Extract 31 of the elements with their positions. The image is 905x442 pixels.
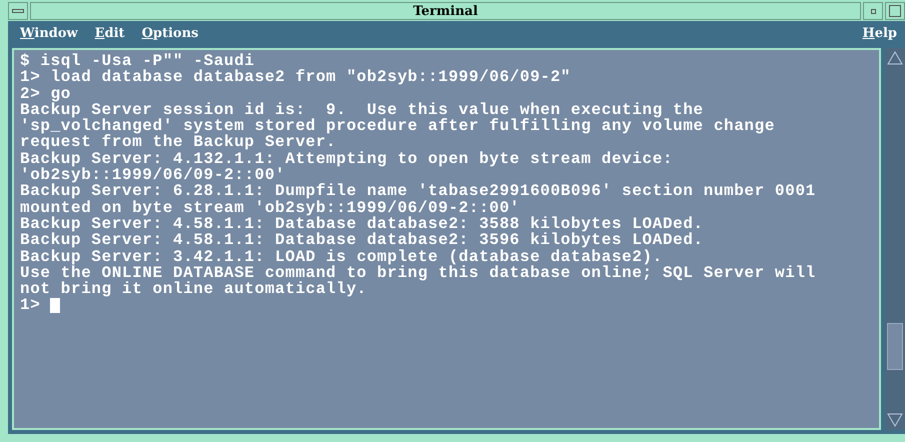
scrollbar[interactable] <box>885 48 905 430</box>
output-line: 'ob2syb::1999/06/09-2::00' <box>20 167 286 184</box>
output-line: Backup Server: 3.42.1.1: LOAD is complete (database database2). <box>20 248 664 265</box>
output-line: request from the Backup Server. <box>20 134 336 151</box>
dash-icon <box>12 9 24 13</box>
output-line: Use the ONLINE DATABASE command to bring this database online; SQL Server will <box>20 264 817 282</box>
maximize-button[interactable] <box>885 2 905 20</box>
output-line: Backup Server: 4.132.1.1: Attempting to open byte stream device: <box>20 150 674 168</box>
output-line: Backup Server session id is: 9. Use this value when executing the <box>20 102 705 118</box>
output-line: Backup Server: 4.58.1.1: Database database2: 3588 kilobytes LOADed. <box>20 216 705 232</box>
menu-item[interactable]: Window <box>20 26 78 40</box>
prompt: 1> <box>20 297 40 314</box>
scroll-thumb[interactable] <box>887 323 903 370</box>
output-line: 2> go <box>20 86 72 102</box>
output-line: $ isql -Usa -P"" -Saudi <box>20 53 255 70</box>
output-line: 'sp_volchanged' system stored procedure after fulfilling any volume change <box>20 118 776 134</box>
output-line: Backup Server: 6.28.1.1: Dumpfile name 'tabase2991600B096' section number 0001 <box>20 183 817 200</box>
window-menu-button[interactable] <box>8 2 28 20</box>
menu-item[interactable]: Edit <box>94 26 125 40</box>
menu-item[interactable]: Help <box>862 26 897 40</box>
output-line: 1> load database database2 from "ob2syb::1999/06/09-2" <box>20 69 572 86</box>
square-icon <box>889 5 901 17</box>
minimize-button[interactable] <box>863 2 883 20</box>
text-cursor <box>50 298 60 314</box>
output-line: Backup Server: 4.58.1.1: Database database2: 3596 kilobytes LOADed. <box>20 232 705 249</box>
menu-item[interactable]: Options <box>142 26 198 40</box>
down-arrow-icon <box>887 412 903 428</box>
output-line: not bring it online automatically. <box>20 281 368 298</box>
up-arrow-icon <box>887 50 903 66</box>
output-line: mounted on byte stream 'ob2syb::1999/06/09-2::00' <box>20 200 521 216</box>
window-title: Terminal <box>30 2 861 20</box>
